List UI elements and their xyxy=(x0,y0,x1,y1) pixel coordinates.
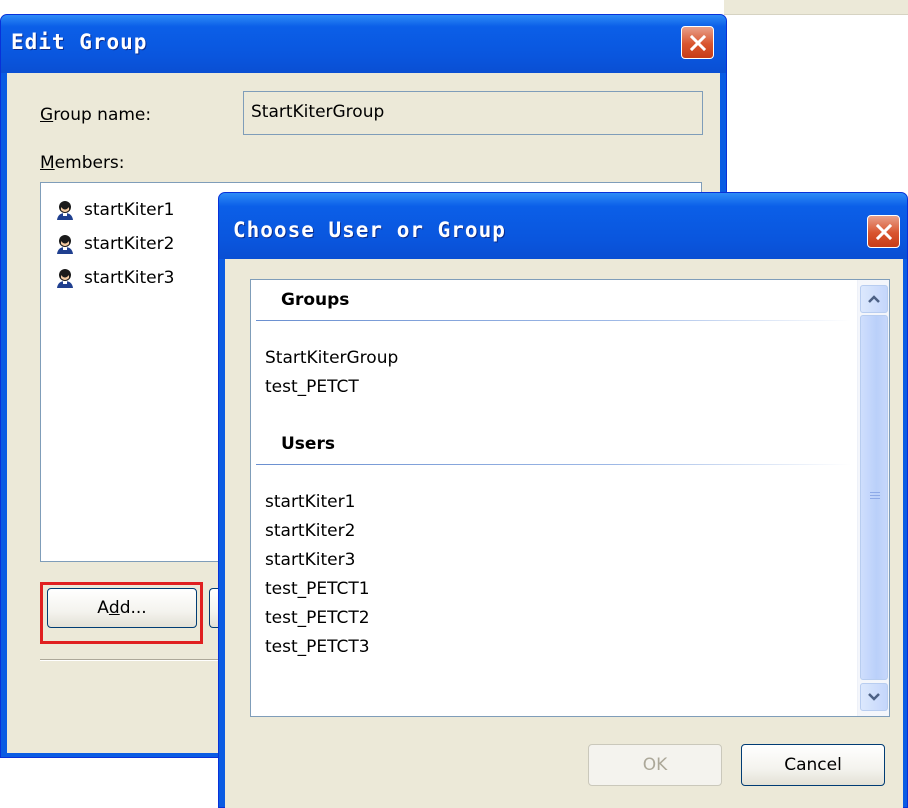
choose-dialog-titlebar[interactable]: Choose User or Group xyxy=(219,193,907,259)
add-button[interactable]: Ad d... xyxy=(47,588,197,628)
user-icon xyxy=(57,235,73,254)
add-button-text-1: A xyxy=(97,598,109,618)
members-label: Members: xyxy=(40,153,125,173)
members-label-accel: M xyxy=(40,153,55,173)
add-button-text-2: d... xyxy=(119,598,147,618)
user-item[interactable]: startKiter2 xyxy=(265,521,355,541)
add-button-accel: d xyxy=(108,598,120,618)
member-name: startKiter3 xyxy=(84,268,175,288)
user-item[interactable]: test_PETCT3 xyxy=(265,637,370,657)
choose-user-group-dialog: Choose User or Group Groups StartKiterGr… xyxy=(218,192,908,808)
scroll-up-button[interactable] xyxy=(860,285,888,313)
edit-group-title: Edit Group xyxy=(11,30,148,54)
background-window-edge xyxy=(724,0,908,15)
vertical-scrollbar[interactable] xyxy=(857,280,889,716)
users-heading: Users xyxy=(281,434,335,454)
ok-button[interactable]: OK xyxy=(588,744,722,786)
close-icon xyxy=(875,223,892,240)
group-name-label: Group name: xyxy=(40,105,151,125)
member-item[interactable]: startKiter2 xyxy=(54,231,174,257)
group-name-label-accel: G xyxy=(40,105,54,125)
choose-dialog-client: Groups StartKiterGroup test_PETCT Users … xyxy=(225,259,903,808)
member-item[interactable]: startKiter3 xyxy=(54,265,174,291)
user-icon xyxy=(57,269,73,288)
scroll-grip xyxy=(870,492,880,501)
scroll-thumb[interactable] xyxy=(860,315,888,680)
members-label-text: embers: xyxy=(54,153,125,173)
groups-divider xyxy=(256,320,851,321)
scroll-down-button[interactable] xyxy=(860,683,888,711)
user-icon xyxy=(57,201,73,220)
user-item[interactable]: startKiter3 xyxy=(265,550,355,570)
users-divider xyxy=(256,464,851,465)
group-name-label-text: roup name: xyxy=(53,105,152,125)
groups-heading: Groups xyxy=(281,290,350,310)
user-item[interactable]: startKiter1 xyxy=(265,492,355,512)
chevron-up-icon xyxy=(868,295,880,303)
chevron-down-icon xyxy=(868,693,880,701)
cancel-button[interactable]: Cancel xyxy=(741,744,885,786)
edit-group-close-button[interactable] xyxy=(681,26,714,59)
choose-dialog-title: Choose User or Group xyxy=(233,218,506,242)
close-icon xyxy=(689,34,706,51)
member-item[interactable]: startKiter1 xyxy=(54,197,174,223)
user-item[interactable]: test_PETCT2 xyxy=(265,608,370,628)
group-item[interactable]: StartKiterGroup xyxy=(265,348,398,368)
group-item[interactable]: test_PETCT xyxy=(265,377,359,397)
member-name: startKiter2 xyxy=(84,234,175,254)
user-item[interactable]: test_PETCT1 xyxy=(265,579,370,599)
user-group-list[interactable]: Groups StartKiterGroup test_PETCT Users … xyxy=(250,279,890,717)
edit-group-titlebar[interactable]: Edit Group xyxy=(1,15,726,73)
choose-dialog-close-button[interactable] xyxy=(867,215,900,248)
group-name-field[interactable]: StartKiterGroup xyxy=(243,91,703,135)
member-name: startKiter1 xyxy=(84,200,175,220)
